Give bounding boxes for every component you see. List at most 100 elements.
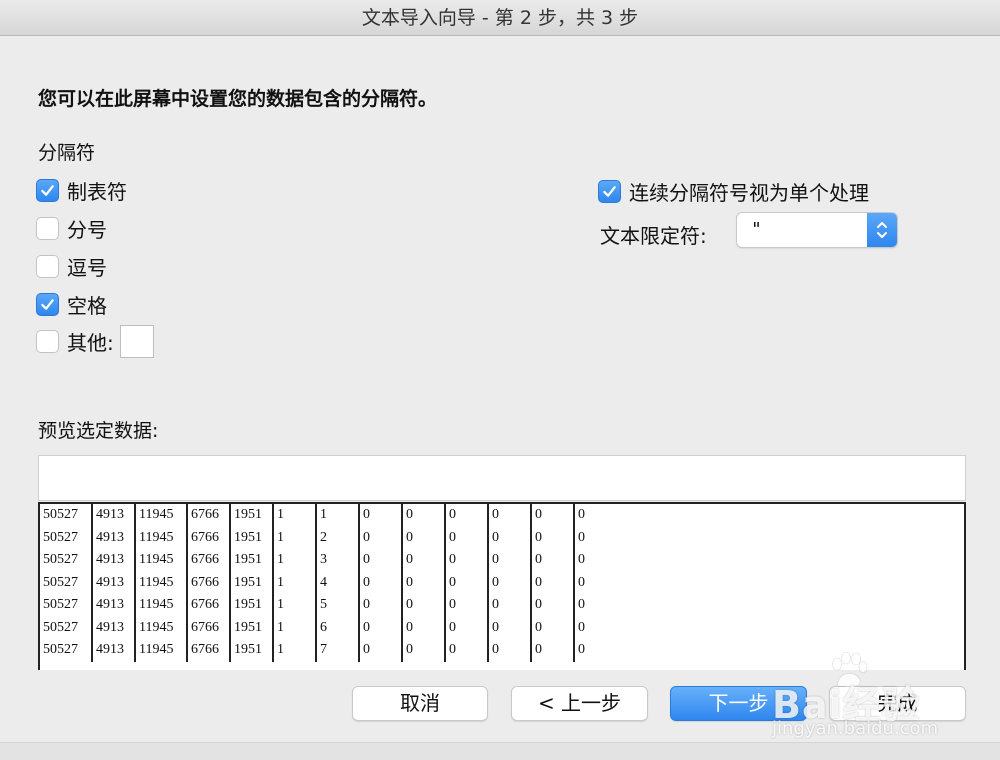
comma-checkbox[interactable]	[36, 254, 59, 278]
text-qualifier-select[interactable]: "	[736, 212, 898, 248]
preview-cell: 4913	[92, 616, 136, 639]
preview-row: 50527 4913 11945 6766 1951 1 2 0 0 0 0 0 0	[40, 526, 964, 549]
preview-cell: 6766	[187, 571, 231, 594]
tab-label: 制表符	[67, 179, 127, 204]
delimiter-semicolon-row[interactable]: 分号	[36, 215, 107, 242]
preview-cell: 50527	[40, 594, 93, 617]
preview-cell: 0	[578, 507, 585, 523]
preview-cell: 0	[488, 526, 532, 549]
updown-chevron-icon	[877, 222, 887, 238]
preview-cell: 1951	[230, 639, 274, 662]
preview-cell: 0	[445, 616, 489, 639]
preview-cell: 1951	[230, 526, 274, 549]
delimiter-other-row[interactable]: 其他:	[36, 324, 154, 358]
next-button[interactable]: 下一步	[670, 686, 807, 721]
preview-cell: 4913	[92, 594, 136, 617]
preview-row: 50527 4913 11945 6766 1951 1 5 0 0 0 0 0 0	[40, 594, 964, 617]
preview-cell: 0	[359, 526, 403, 549]
preview-cell: 4913	[92, 639, 136, 662]
preview-cell: 0	[359, 549, 403, 572]
preview-cell: 0	[531, 594, 575, 617]
preview-cell: 1	[273, 639, 317, 662]
preview-label: 预览选定数据:	[38, 420, 159, 442]
preview-cell: 0	[359, 571, 403, 594]
checkmark-icon	[41, 298, 54, 310]
preview-cell: 0	[359, 594, 403, 617]
select-arrows-icon[interactable]	[867, 213, 897, 247]
checkmark-icon	[603, 185, 616, 197]
preview-cell: 4913	[92, 571, 136, 594]
preview-cell: 1	[273, 504, 317, 527]
cancel-button[interactable]: 取消	[352, 686, 488, 721]
preview-cell: 0	[445, 639, 489, 662]
preview-cell: 50527	[40, 526, 93, 549]
other-delimiter-input[interactable]	[119, 324, 154, 358]
preview-cell: 4	[316, 571, 360, 594]
other-label: 其他:	[67, 330, 114, 355]
preview-data-grid[interactable]: 50527 4913 11945 6766 1951 1 1 0 0 0 0 0 0 50527 4913 1…	[38, 502, 966, 670]
preview-cell: 11945	[135, 594, 188, 617]
consecutive-checkbox[interactable]	[598, 179, 621, 203]
preview-row: 50527 4913 11945 6766 1951 1 7 0 0 0 0 0 0	[40, 639, 964, 662]
preview-cell: 0	[578, 552, 585, 568]
preview-cell: 6766	[187, 639, 231, 662]
preview-cell: 0	[488, 549, 532, 572]
delimiter-comma-row[interactable]: 逗号	[36, 253, 107, 280]
preview-table: 50527 4913 11945 6766 1951 1 1 0 0 0 0 0 0 50527 4913 1…	[40, 504, 964, 662]
preview-cell: 4913	[92, 504, 136, 527]
text-qualifier-label: 文本限定符:	[600, 224, 707, 248]
preview-cell: 0	[402, 549, 446, 572]
window-title: 文本导入向导 - 第 2 步，共 3 步	[361, 7, 639, 29]
bottom-strip	[0, 742, 1000, 760]
preview-cell: 11945	[135, 639, 188, 662]
preview-cell: 0	[402, 616, 446, 639]
consecutive-delimiters-row[interactable]: 连续分隔符号视为单个处理	[598, 178, 869, 205]
preview-cell: 0	[488, 594, 532, 617]
space-checkbox[interactable]	[36, 292, 59, 316]
delimiters-group-label: 分隔符	[38, 142, 96, 164]
preview-cell: 11945	[135, 616, 188, 639]
window-title-bar: 文本导入向导 - 第 2 步，共 3 步	[0, 0, 1000, 36]
preview-cell: 1951	[230, 504, 274, 527]
preview-cell: 0	[531, 526, 575, 549]
other-checkbox[interactable]	[36, 329, 59, 353]
delimiter-tab-row[interactable]: 制表符	[36, 177, 127, 204]
delimiter-space-row[interactable]: 空格	[36, 291, 107, 318]
preview-cell: 11945	[135, 526, 188, 549]
preview-cell: 6766	[187, 526, 231, 549]
preview-cell: 3	[316, 549, 360, 572]
preview-cell: 0	[488, 639, 532, 662]
preview-cell: 6766	[187, 549, 231, 572]
consecutive-label: 连续分隔符号视为单个处理	[629, 180, 869, 205]
preview-cell: 0	[359, 639, 403, 662]
preview-cell: 2	[316, 526, 360, 549]
preview-cell: 1	[316, 504, 360, 527]
text-qualifier-value: "	[751, 219, 762, 240]
preview-cell: 11945	[135, 571, 188, 594]
preview-cell: 0	[531, 549, 575, 572]
preview-cell: 1	[273, 549, 317, 572]
tab-checkbox[interactable]	[36, 178, 59, 202]
preview-cell: 1951	[230, 616, 274, 639]
preview-row: 50527 4913 11945 6766 1951 1 4 0 0 0 0 0 0	[40, 571, 964, 594]
preview-cell: 0	[402, 594, 446, 617]
preview-cell: 6766	[187, 594, 231, 617]
checkmark-icon	[41, 184, 54, 196]
preview-cell: 0	[402, 526, 446, 549]
preview-cell: 0	[488, 616, 532, 639]
preview-cell: 6766	[187, 504, 231, 527]
finish-button[interactable]: 完成	[829, 686, 966, 721]
back-button[interactable]: < 上一步	[511, 686, 648, 721]
preview-cell: 50527	[40, 504, 93, 527]
preview-cell: 0	[445, 594, 489, 617]
preview-cell: 0	[531, 639, 575, 662]
instruction-text: 您可以在此屏幕中设置您的数据包含的分隔符。	[38, 88, 438, 110]
preview-cell: 7	[316, 639, 360, 662]
preview-cell: 0	[531, 504, 575, 527]
preview-cell: 0	[402, 639, 446, 662]
preview-cell: 0	[445, 526, 489, 549]
preview-cell: 50527	[40, 549, 93, 572]
semicolon-checkbox[interactable]	[36, 216, 59, 240]
preview-cell: 0	[402, 504, 446, 527]
preview-cell: 0	[359, 616, 403, 639]
